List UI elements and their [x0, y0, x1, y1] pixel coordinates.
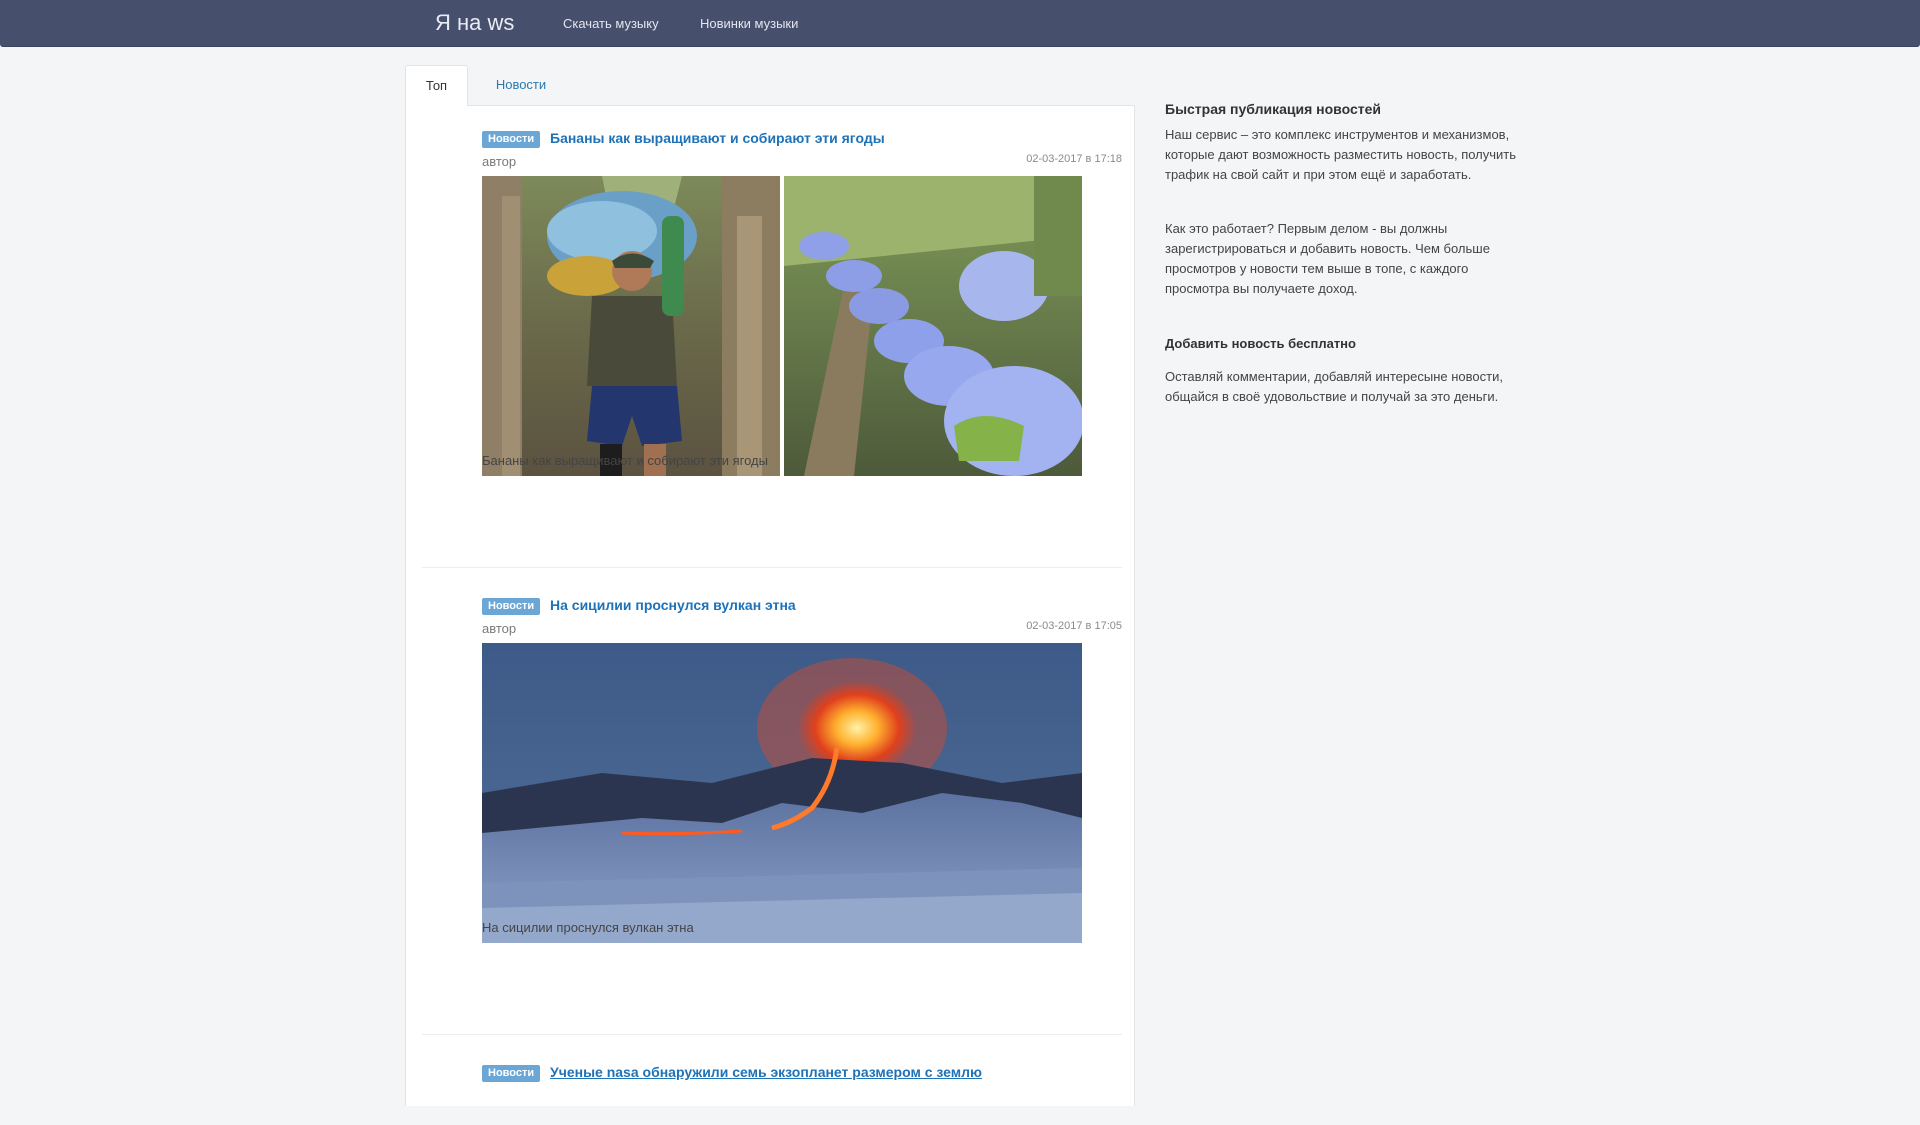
post-date: 02-03-2017 в 17:18 — [1026, 153, 1122, 165]
add-news-heading: Добавить новость бесплатно — [1165, 336, 1356, 351]
post-item: Новости Ученые nasa обнаружили семь экзо… — [406, 1064, 1136, 1125]
category-badge[interactable]: Новости — [482, 131, 541, 148]
top-navbar: Я на ws Скачать музыку Новинки музыки — [0, 0, 1920, 47]
feed-tabs: Топ Новости — [405, 65, 1135, 107]
category-badge[interactable]: Новости — [482, 598, 541, 615]
nav-link-download-music[interactable]: Скачать музыку — [563, 16, 659, 31]
news-feed: Новости Бананы как выращивают и собирают… — [405, 106, 1135, 1106]
post-image-worker[interactable] — [482, 176, 780, 476]
post-author: автор — [482, 154, 517, 169]
category-badge[interactable]: Новости — [482, 1065, 541, 1082]
post-divider — [422, 567, 1122, 568]
post-image-banana-bags[interactable] — [784, 176, 1082, 476]
tab-news[interactable]: Новости — [479, 65, 563, 107]
post-excerpt: Бананы как выращивают и собирают эти яго… — [482, 453, 768, 468]
post-image-volcano[interactable] — [482, 643, 1082, 943]
post-date: 02-03-2017 в 17:05 — [1026, 620, 1122, 632]
nav-link-new-music[interactable]: Новинки музыки — [700, 16, 798, 31]
post-item: Новости На сицилии проснулся вулкан этна… — [406, 597, 1136, 1038]
sidebar-how-it-works: Как это работает? Первым делом - вы долж… — [1165, 221, 1490, 296]
post-excerpt: На сицилии проснулся вулкан этна — [482, 920, 694, 935]
post-item: Новости Бананы как выращивают и собирают… — [406, 130, 1136, 571]
sidebar-heading: Быстрая публикация новостей — [1165, 101, 1381, 117]
post-title-link[interactable]: На сицилии проснулся вулкан этна — [550, 597, 796, 613]
post-title-link[interactable]: Бананы как выращивают и собирают эти яго… — [550, 130, 885, 146]
sidebar-comments-text: Оставляй комментарии, добавляй интересын… — [1165, 369, 1503, 404]
post-divider — [422, 1034, 1122, 1035]
site-logo-link[interactable]: Я на ws — [435, 10, 514, 36]
post-author: автор — [482, 621, 517, 636]
tab-top[interactable]: Топ — [405, 65, 468, 107]
sidebar-description: Наш сервис – это комплекс инструментов и… — [1165, 127, 1517, 182]
post-title-link[interactable]: Ученые nasa обнаружили семь экзопланет р… — [550, 1064, 982, 1080]
